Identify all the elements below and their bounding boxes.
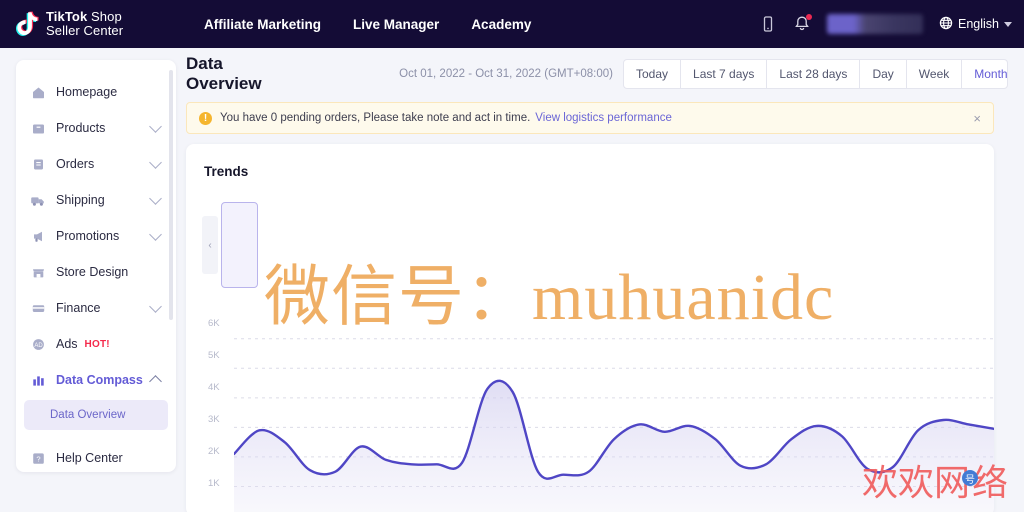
sidebar-label-products: Products bbox=[56, 121, 106, 135]
home-icon bbox=[30, 84, 46, 100]
clipboard-icon bbox=[30, 156, 46, 172]
sidebar-item-finance[interactable]: Finance bbox=[16, 290, 176, 326]
carousel-prev-button[interactable]: ‹ bbox=[202, 216, 218, 274]
sidebar-label-homepage: Homepage bbox=[56, 85, 118, 99]
alert-text: You have 0 pending orders, Please take n… bbox=[220, 112, 531, 124]
chevron-down-icon bbox=[1004, 21, 1012, 27]
sidebar-label-finance: Finance bbox=[56, 301, 101, 315]
box-icon bbox=[30, 120, 46, 136]
alert-link-view-logistics[interactable]: View logistics performance bbox=[535, 112, 672, 124]
sidebar-label-promotions: Promotions bbox=[56, 229, 120, 243]
storefront-icon bbox=[30, 264, 46, 280]
tab-month[interactable]: Month bbox=[962, 60, 1007, 88]
date-range-label: Oct 01, 2022 - Oct 31, 2022 (GMT+08:00) bbox=[399, 68, 613, 80]
sidebar-item-shipping[interactable]: Shipping bbox=[16, 182, 176, 218]
metric-card-selected[interactable] bbox=[221, 202, 258, 288]
tab-today[interactable]: Today bbox=[624, 60, 682, 88]
card-icon bbox=[30, 300, 46, 316]
sidebar-label-data-compass: Data Compass bbox=[56, 373, 143, 387]
globe-icon bbox=[939, 16, 953, 33]
nav-item-live-manager[interactable]: Live Manager bbox=[353, 17, 439, 32]
megaphone-icon bbox=[30, 228, 46, 244]
sidebar-item-products[interactable]: Products bbox=[16, 110, 176, 146]
page-header: Data Overview Oct 01, 2022 - Oct 31, 202… bbox=[186, 52, 1008, 96]
top-nav: Affiliate Marketing Live Manager Academy bbox=[204, 17, 531, 32]
chevron-down-icon-finance bbox=[149, 299, 162, 313]
sidebar-label-orders: Orders bbox=[56, 157, 95, 171]
brand-name: TikTok Shop Seller Center bbox=[46, 10, 123, 38]
chevron-down-icon-shipping bbox=[149, 191, 162, 205]
svg-text:AD: AD bbox=[34, 343, 43, 349]
nav-item-academy[interactable]: Academy bbox=[471, 17, 531, 32]
sidebar-item-ads[interactable]: AD Ads HOT! bbox=[16, 326, 176, 362]
tab-last-28-days[interactable]: Last 28 days bbox=[767, 60, 861, 88]
brand-logo[interactable]: TikTok Shop Seller Center bbox=[14, 10, 174, 38]
sidebar-label-help-center: Help Center bbox=[56, 451, 123, 465]
close-icon[interactable]: × bbox=[973, 111, 981, 126]
sidebar-label-ads: Ads bbox=[56, 337, 78, 351]
page-root: TikTok Shop Seller Center Affiliate Mark… bbox=[0, 0, 1024, 512]
sidebar-label-shipping: Shipping bbox=[56, 193, 105, 207]
chart-plot-area bbox=[234, 338, 994, 512]
top-bar-actions: English bbox=[759, 0, 1012, 48]
brand-shop-text: Shop bbox=[87, 9, 122, 24]
bell-icon[interactable] bbox=[793, 14, 812, 33]
language-selector[interactable]: English bbox=[939, 16, 1012, 33]
sidebar-item-store-design[interactable]: Store Design bbox=[16, 254, 176, 290]
y-tick-5k: 5K bbox=[208, 350, 220, 361]
chevron-down-icon-promotions bbox=[149, 227, 162, 241]
svg-text:?: ? bbox=[36, 454, 40, 463]
tiktok-note-icon bbox=[14, 10, 40, 38]
top-bar: TikTok Shop Seller Center Affiliate Mark… bbox=[0, 0, 1024, 48]
sidebar-item-promotions[interactable]: Promotions bbox=[16, 218, 176, 254]
bar-chart-icon bbox=[30, 372, 46, 388]
sidebar-item-help-center[interactable]: ? Help Center bbox=[16, 440, 176, 476]
y-tick-1k: 1K bbox=[208, 478, 220, 489]
status-badge-hot: HOT! bbox=[84, 338, 110, 350]
sidebar-label-store-design: Store Design bbox=[56, 265, 129, 279]
y-tick-4k: 4K bbox=[208, 382, 220, 393]
alert-banner: ! You have 0 pending orders, Please take… bbox=[186, 102, 994, 134]
sidebar: Homepage Products Orders Shipping Promot… bbox=[16, 60, 176, 472]
sidebar-item-homepage[interactable]: Homepage bbox=[16, 74, 176, 110]
main-content: Data Overview Oct 01, 2022 - Oct 31, 202… bbox=[186, 52, 1008, 512]
truck-icon bbox=[30, 192, 46, 208]
page-title: Data Overview bbox=[186, 54, 262, 93]
tab-week[interactable]: Week bbox=[907, 60, 963, 88]
tab-last-7-days[interactable]: Last 7 days bbox=[681, 60, 768, 88]
brand-seller-center-text: Seller Center bbox=[46, 23, 124, 38]
chevron-down-icon-products bbox=[149, 119, 162, 133]
sidebar-subitem-data-overview[interactable]: Data Overview bbox=[24, 400, 168, 430]
y-tick-3k: 3K bbox=[208, 414, 220, 425]
mobile-icon[interactable] bbox=[759, 15, 777, 33]
warning-icon: ! bbox=[199, 111, 212, 125]
chevron-up-icon-data-compass bbox=[149, 375, 162, 388]
trends-chart: 6K 5K 4K 3K 2K 1K bbox=[186, 318, 994, 512]
help-icon: ? bbox=[30, 450, 46, 466]
ads-icon: AD bbox=[30, 336, 46, 352]
tab-day[interactable]: Day bbox=[860, 60, 907, 88]
language-label: English bbox=[958, 17, 999, 31]
brand-tiktok-text: TikTok bbox=[46, 9, 88, 24]
user-account-area[interactable] bbox=[827, 14, 923, 34]
trends-title: Trends bbox=[204, 164, 249, 179]
trends-card: Trends ‹ 6K 5K 4K 3K 2K 1K bbox=[186, 144, 994, 512]
notification-dot bbox=[806, 14, 812, 20]
y-tick-2k: 2K bbox=[208, 446, 220, 457]
sidebar-item-orders[interactable]: Orders bbox=[16, 146, 176, 182]
chevron-down-icon-orders bbox=[149, 155, 162, 169]
nav-item-affiliate-marketing[interactable]: Affiliate Marketing bbox=[204, 17, 321, 32]
sidebar-item-data-compass[interactable]: Data Compass bbox=[16, 362, 176, 398]
y-tick-6k: 6K bbox=[208, 318, 220, 329]
date-range-tabs: Today Last 7 days Last 28 days Day Week … bbox=[622, 59, 1008, 89]
